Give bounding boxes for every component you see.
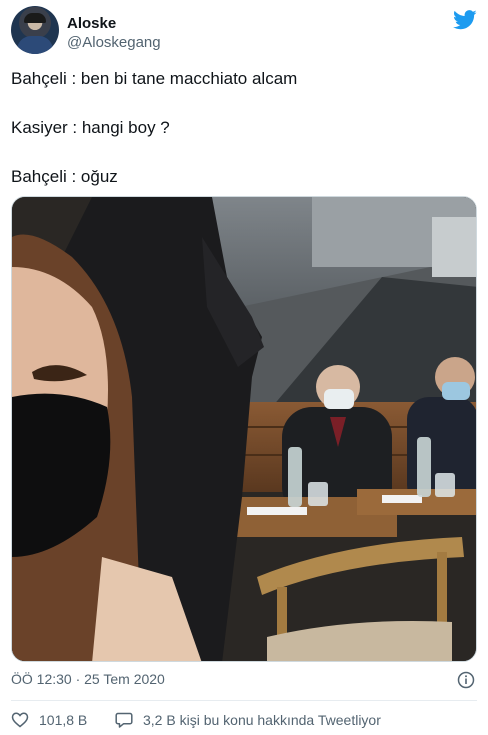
timestamp[interactable]: ÖÖ 12:30 · 25 Tem 2020 <box>11 671 165 687</box>
tweet-header: Aloske @Aloskegang <box>11 6 477 56</box>
tweet-line: Bahçeli : ben bi tane macchiato alcam <box>11 69 298 88</box>
tweet-photo[interactable] <box>11 196 477 662</box>
like-count: 101,8 B <box>39 712 88 728</box>
tweet-line: Kasiyer : hangi boy ? <box>11 118 170 137</box>
info-icon[interactable] <box>457 671 475 689</box>
photo-illustration <box>12 197 476 661</box>
avatar-shirt <box>17 36 53 54</box>
heart-icon <box>11 712 29 728</box>
avatar-cap <box>24 13 46 23</box>
twitter-bird-icon[interactable] <box>453 10 477 30</box>
tweet-line: Bahçeli : oğuz <box>11 167 118 186</box>
conversation-text: 3,2 B kişi bu konu hakkında Tweetliyor <box>143 712 381 728</box>
tweet-actions: 101,8 B 3,2 B kişi bu konu hakkında Twee… <box>11 711 477 731</box>
divider <box>11 700 477 701</box>
like-button[interactable]: 101,8 B <box>11 711 87 729</box>
conversation-button[interactable]: 3,2 B kişi bu konu hakkında Tweetliyor <box>115 711 381 729</box>
user-handle[interactable]: @Aloskegang <box>67 34 161 51</box>
user-display-name[interactable]: Aloske <box>67 15 116 32</box>
avatar[interactable] <box>11 6 59 54</box>
tweet-meta: ÖÖ 12:30 · 25 Tem 2020 <box>11 671 477 691</box>
speech-bubble-icon <box>115 712 133 728</box>
tweet-text: Bahçeli : ben bi tane macchiato alcam Ka… <box>11 68 477 215</box>
